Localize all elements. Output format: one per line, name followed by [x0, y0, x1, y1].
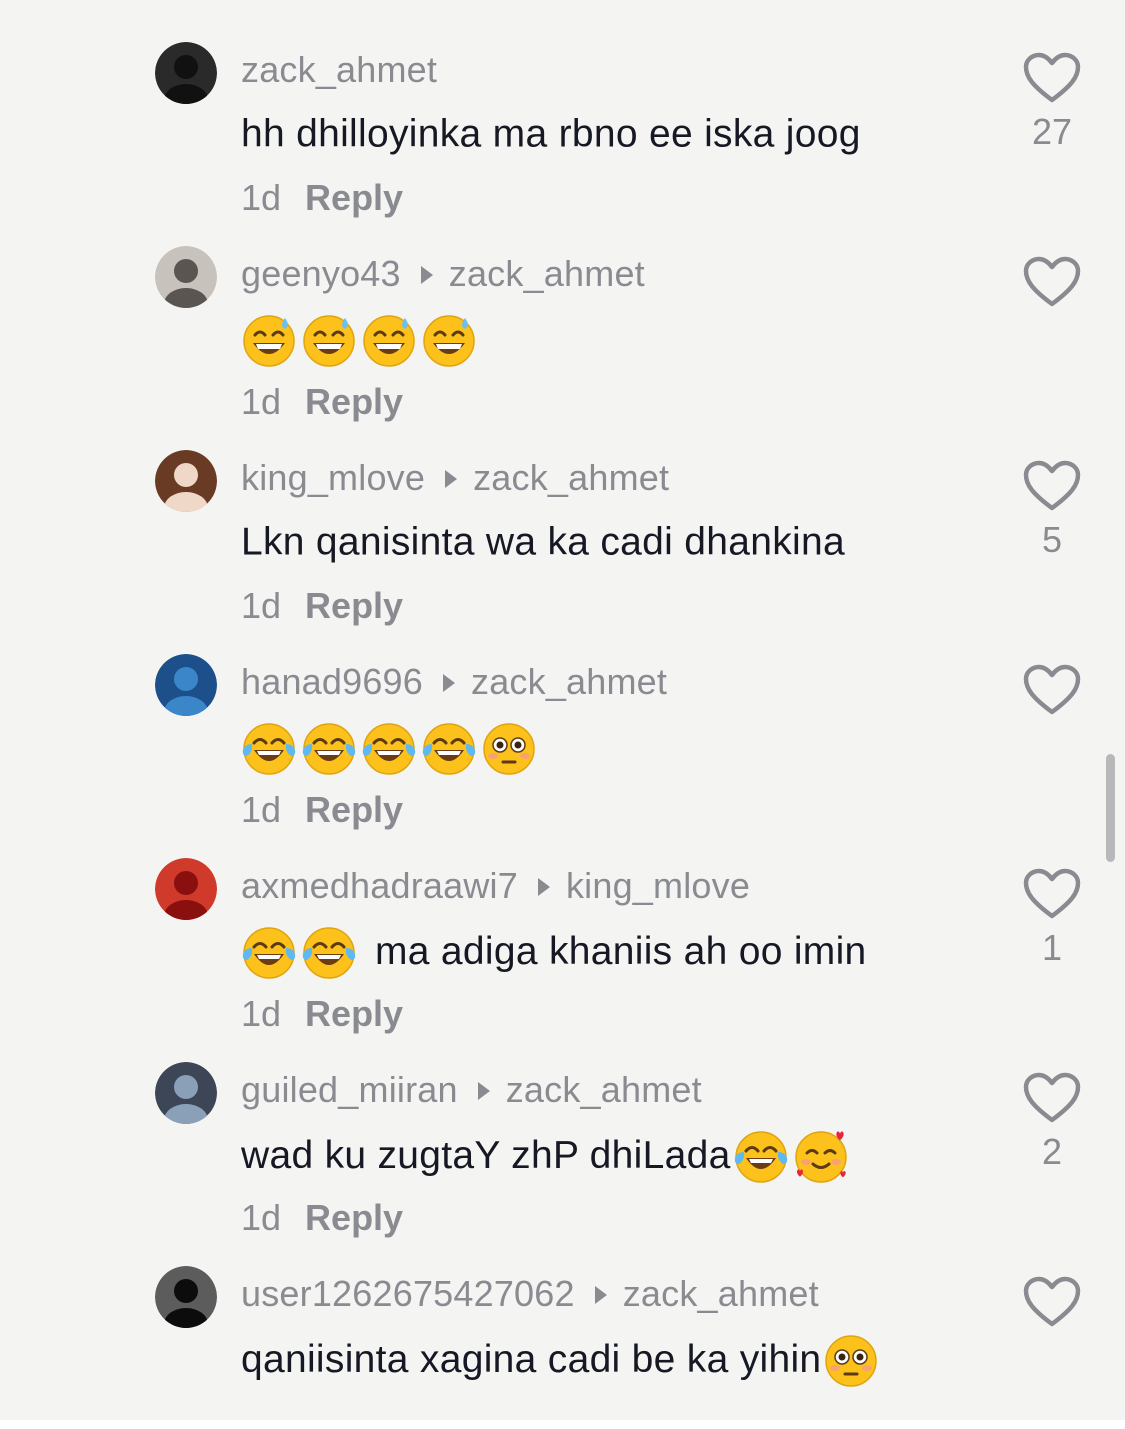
reply-to-name[interactable]: zack_ahmet: [471, 661, 667, 702]
author-line: axmedhadraawi7 king_mlove: [241, 864, 750, 908]
like-count: 2: [1041, 1131, 1063, 1172]
reply-arrow-icon: [594, 1286, 607, 1304]
like-button[interactable]: [1012, 256, 1092, 308]
heart-icon[interactable]: [1012, 1072, 1092, 1124]
comment-item[interactable]: user1262675427062 zack_ahmet qaniisinta xa…: [0, 1224, 1125, 1420]
heart-icon[interactable]: [1012, 1276, 1092, 1328]
author-name[interactable]: user1262675427062: [241, 1273, 575, 1314]
avatar[interactable]: [155, 450, 217, 512]
tears-of-joy-emoji: [241, 720, 297, 776]
author-name[interactable]: hanad9696: [241, 661, 423, 702]
author-line: guiled_miiran zack_ahmet: [241, 1068, 702, 1112]
reply-to-name[interactable]: zack_ahmet: [473, 457, 669, 498]
comment-item[interactable]: axmedhadraawi7 king_mlovema adiga khaniis…: [0, 816, 1125, 1034]
tears-of-joy-emoji: [241, 924, 297, 980]
like-button[interactable]: [1012, 664, 1092, 716]
heart-icon[interactable]: [1012, 868, 1092, 920]
comment-text: [241, 720, 541, 776]
tears-of-joy-emoji: [301, 924, 357, 980]
avatar[interactable]: [155, 858, 217, 920]
like-button[interactable]: 1: [1012, 868, 1092, 970]
like-button[interactable]: 2: [1012, 1072, 1092, 1174]
comment-item[interactable]: zack_ahmethh dhilloyinka ma rbno ee iska…: [0, 0, 1125, 218]
reply-arrow-icon: [445, 470, 458, 488]
bottom-edge: [0, 1420, 1125, 1429]
tears-of-joy-emoji: [301, 720, 357, 776]
comment-body: ma adiga khaniis ah oo imin: [375, 930, 867, 973]
like-count: 5: [1041, 519, 1063, 560]
comment-body: Lkn qanisinta wa ka cadi dhankina: [241, 520, 845, 564]
like-button[interactable]: [1012, 1276, 1092, 1328]
author-line: zack_ahmet: [241, 48, 437, 92]
avatar[interactable]: [155, 42, 217, 104]
like-button[interactable]: 5: [1012, 460, 1092, 562]
flushed-emoji: [823, 1332, 879, 1388]
avatar[interactable]: [155, 1266, 217, 1328]
avatar[interactable]: [155, 1062, 217, 1124]
author-line: user1262675427062 zack_ahmet: [241, 1272, 819, 1316]
like-count: 27: [1031, 111, 1073, 152]
comment-text: [241, 312, 481, 368]
comment-text: hh dhilloyinka ma rbno ee iska joog: [241, 108, 861, 160]
avatar[interactable]: [155, 246, 217, 308]
comment-text: ma adiga khaniis ah oo imin: [241, 924, 867, 980]
reply-arrow-icon: [537, 878, 550, 896]
tears-of-joy-emoji: [361, 720, 417, 776]
comment-text: wad ku zugtaY zhP dhiLada: [241, 1128, 853, 1184]
comment-text: qaniisinta xagina cadi be ka yihin: [241, 1332, 883, 1388]
author-line: geenyo43 zack_ahmet: [241, 252, 645, 296]
flushed-emoji: [481, 720, 537, 776]
tears-of-joy-emoji: [733, 1128, 789, 1184]
reply-arrow-icon: [477, 1082, 490, 1100]
heart-icon[interactable]: [1012, 256, 1092, 308]
author-name[interactable]: zack_ahmet: [241, 49, 437, 90]
reply-to-name[interactable]: zack_ahmet: [449, 253, 645, 294]
reply-arrow-icon: [443, 674, 455, 692]
tears-of-joy-emoji: [421, 720, 477, 776]
grinning-sweat-emoji: [241, 312, 297, 368]
grinning-sweat-emoji: [421, 312, 477, 368]
heart-icon[interactable]: [1012, 52, 1092, 104]
author-name[interactable]: axmedhadraawi7: [241, 865, 518, 906]
reply-to-name[interactable]: zack_ahmet: [623, 1273, 819, 1314]
reply-to-name[interactable]: zack_ahmet: [506, 1069, 702, 1110]
reply-arrow-icon: [420, 266, 433, 284]
comment-text: Lkn qanisinta wa ka cadi dhankina: [241, 516, 845, 568]
comment-item[interactable]: king_mlove zack_ahmet Lkn qanisinta wa ka …: [0, 408, 1125, 626]
avatar[interactable]: [155, 654, 217, 716]
comment-item[interactable]: geenyo43 zack_ahmet 1d Reply: [0, 204, 1125, 422]
comment-body: qaniisinta xagina cadi be ka yihin: [241, 1338, 822, 1381]
comment-item[interactable]: hanad9696 zack_ahmet 1d Reply: [0, 612, 1125, 830]
scrollbar[interactable]: [1106, 754, 1115, 862]
author-name[interactable]: guiled_miiran: [241, 1069, 458, 1110]
like-button[interactable]: 27: [1012, 52, 1092, 154]
smiling-hearts-emoji: [793, 1128, 849, 1184]
author-name[interactable]: king_mlove: [241, 457, 425, 498]
heart-icon[interactable]: [1012, 460, 1092, 512]
grinning-sweat-emoji: [361, 312, 417, 368]
grinning-sweat-emoji: [301, 312, 357, 368]
author-name[interactable]: geenyo43: [241, 253, 401, 294]
heart-icon[interactable]: [1012, 664, 1092, 716]
comment-item[interactable]: guiled_miiran zack_ahmetwad ku zugtaY zhP…: [0, 1020, 1125, 1238]
comment-body: wad ku zugtaY zhP dhiLada: [241, 1134, 731, 1177]
comments-panel: zack_ahmethh dhilloyinka ma rbno ee iska…: [0, 0, 1125, 1420]
comment-body: hh dhilloyinka ma rbno ee iska joog: [241, 112, 861, 156]
author-line: king_mlove zack_ahmet: [241, 456, 669, 500]
author-line: hanad9696 zack_ahmet: [241, 660, 667, 704]
reply-to-name[interactable]: king_mlove: [566, 865, 750, 906]
like-count: 1: [1041, 927, 1063, 968]
